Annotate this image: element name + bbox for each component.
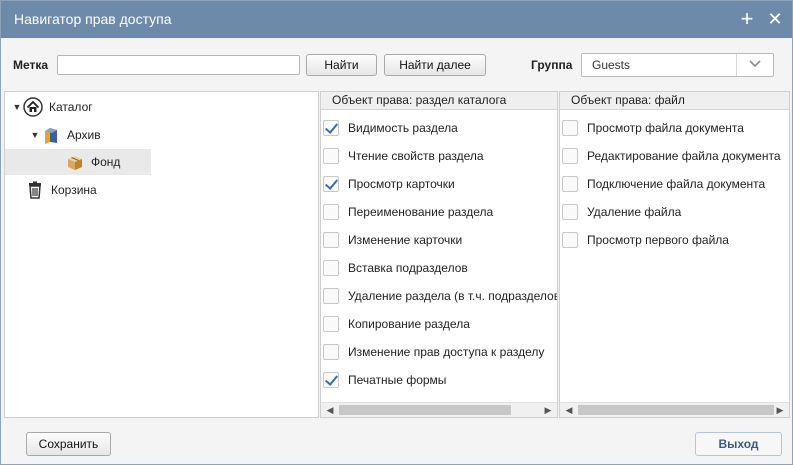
footer-bar: Сохранить Выход xyxy=(1,419,792,464)
tree-node-fond[interactable]: Фонд xyxy=(5,149,151,175)
list-item-label: Вставка подразделов xyxy=(348,261,468,275)
section-rights-list: Видимость раздела Чтение свойств раздела… xyxy=(321,114,557,394)
scroll-left-icon[interactable]: ◀ xyxy=(562,403,576,417)
title-bar[interactable]: Навигатор прав доступа + ✕ xyxy=(1,1,792,38)
checkbox[interactable] xyxy=(323,204,339,220)
checkbox[interactable] xyxy=(323,316,339,332)
list-item[interactable]: Изменение карточки xyxy=(321,226,557,254)
checkbox[interactable] xyxy=(323,176,339,192)
checkbox[interactable] xyxy=(323,288,339,304)
list-item[interactable]: Изменение прав доступа к разделу xyxy=(321,338,557,366)
list-item-label: Печатные формы xyxy=(348,373,447,387)
scroll-left-icon[interactable]: ◀ xyxy=(323,403,337,417)
close-icon[interactable]: ✕ xyxy=(765,8,785,30)
list-item[interactable]: Удаление раздела (в т.ч. подразделов) xyxy=(321,282,557,310)
list-item-label: Изменение карточки xyxy=(348,233,463,247)
group-select-value: Guests xyxy=(592,58,631,72)
checkbox[interactable] xyxy=(562,204,578,220)
exit-button[interactable]: Выход xyxy=(695,432,782,456)
tag-input[interactable] xyxy=(57,55,300,75)
list-item[interactable]: Вставка подразделов xyxy=(321,254,557,282)
list-item-label: Копирование раздела xyxy=(348,317,470,331)
list-item-label: Удаление файла xyxy=(587,205,682,219)
list-item[interactable]: Подключение файла документа xyxy=(560,170,789,198)
scrollbar-thumb[interactable] xyxy=(578,405,774,415)
list-item[interactable]: Чтение свойств раздела xyxy=(321,142,557,170)
list-item-label: Видимость раздела xyxy=(348,121,458,135)
checkbox[interactable] xyxy=(323,372,339,388)
checkbox[interactable] xyxy=(562,176,578,192)
add-icon[interactable]: + xyxy=(737,8,757,30)
list-item-label: Подключение файла документа xyxy=(587,177,766,191)
checkbox[interactable] xyxy=(323,148,339,164)
list-item-label: Просмотр файла документа xyxy=(587,121,744,135)
search-toolbar: Метка Найти Найти далее Группа Guests xyxy=(1,39,792,91)
scroll-right-icon[interactable]: ▶ xyxy=(541,403,555,417)
section-rights-grid: Объект права: раздел каталога Видимость … xyxy=(320,91,558,418)
list-item[interactable]: Видимость раздела xyxy=(321,114,557,142)
window-title: Навигатор прав доступа xyxy=(14,11,172,27)
list-item[interactable]: Просмотр карточки xyxy=(321,170,557,198)
tree-node-label: Архив xyxy=(67,128,101,142)
group-select[interactable]: Guests xyxy=(581,53,774,77)
file-rights-header: Объект права: файл xyxy=(560,92,789,110)
list-item[interactable]: Просмотр файла документа xyxy=(560,114,789,142)
list-item-label: Изменение прав доступа к разделу xyxy=(348,345,545,359)
tree-node-trash[interactable]: Корзина xyxy=(25,177,97,203)
tree-node-label: Каталог xyxy=(49,100,93,114)
horizontal-scrollbar[interactable]: ◀ ▶ xyxy=(321,402,557,417)
list-item[interactable]: Удаление файла xyxy=(560,198,789,226)
horizontal-scrollbar[interactable]: ◀ ▶ xyxy=(560,402,789,417)
checkbox[interactable] xyxy=(323,260,339,276)
checkbox[interactable] xyxy=(562,120,578,136)
list-item-label: Просмотр карточки xyxy=(348,177,455,191)
list-item[interactable]: Печатные формы xyxy=(321,366,557,394)
list-item-label: Чтение свойств раздела xyxy=(348,149,484,163)
list-item-label: Редактирование файла документа xyxy=(587,149,781,163)
list-item-label: Удаление раздела (в т.ч. подразделов) xyxy=(348,289,557,303)
checkbox[interactable] xyxy=(323,344,339,360)
trash-icon xyxy=(25,180,45,200)
list-item[interactable]: Копирование раздела xyxy=(321,310,557,338)
scroll-right-icon[interactable]: ▶ xyxy=(773,403,787,417)
save-button[interactable]: Сохранить xyxy=(26,432,111,456)
list-item-label: Переименование раздела xyxy=(348,205,494,219)
expand-arrow-icon[interactable]: ▼ xyxy=(29,130,41,140)
archive-icon xyxy=(41,125,61,145)
chevron-down-icon[interactable] xyxy=(736,54,773,76)
tree-node-label: Корзина xyxy=(51,183,97,197)
file-rights-list: Просмотр файла документа Редактирование … xyxy=(560,114,789,254)
find-button[interactable]: Найти xyxy=(306,54,377,76)
scrollbar-thumb[interactable] xyxy=(339,405,511,415)
tree-node-archive[interactable]: ▼ Архив xyxy=(29,122,101,148)
home-icon xyxy=(23,97,43,117)
access-rights-navigator-window: Навигатор прав доступа + ✕ Метка Найти Н… xyxy=(0,0,793,465)
group-label: Группа xyxy=(531,58,573,72)
expand-arrow-icon[interactable]: ▼ xyxy=(11,102,23,112)
catalog-tree: ▼ Каталог ▼ Архив Фонд Корзина xyxy=(4,91,319,418)
list-item-label: Просмотр первого файла xyxy=(587,233,729,247)
tag-label: Метка xyxy=(13,58,49,72)
list-item[interactable]: Просмотр первого файла xyxy=(560,226,789,254)
list-item[interactable]: Редактирование файла документа xyxy=(560,142,789,170)
checkbox[interactable] xyxy=(323,232,339,248)
tree-node-catalog[interactable]: ▼ Каталог xyxy=(11,94,93,120)
checkbox[interactable] xyxy=(562,148,578,164)
find-next-button[interactable]: Найти далее xyxy=(384,54,486,76)
box-icon xyxy=(65,152,85,172)
list-item[interactable]: Переименование раздела xyxy=(321,198,557,226)
section-rights-header: Объект права: раздел каталога xyxy=(321,92,557,110)
checkbox[interactable] xyxy=(562,232,578,248)
tree-node-label: Фонд xyxy=(91,155,121,169)
checkbox[interactable] xyxy=(323,120,339,136)
file-rights-grid: Объект права: файл Просмотр файла докуме… xyxy=(559,91,790,418)
